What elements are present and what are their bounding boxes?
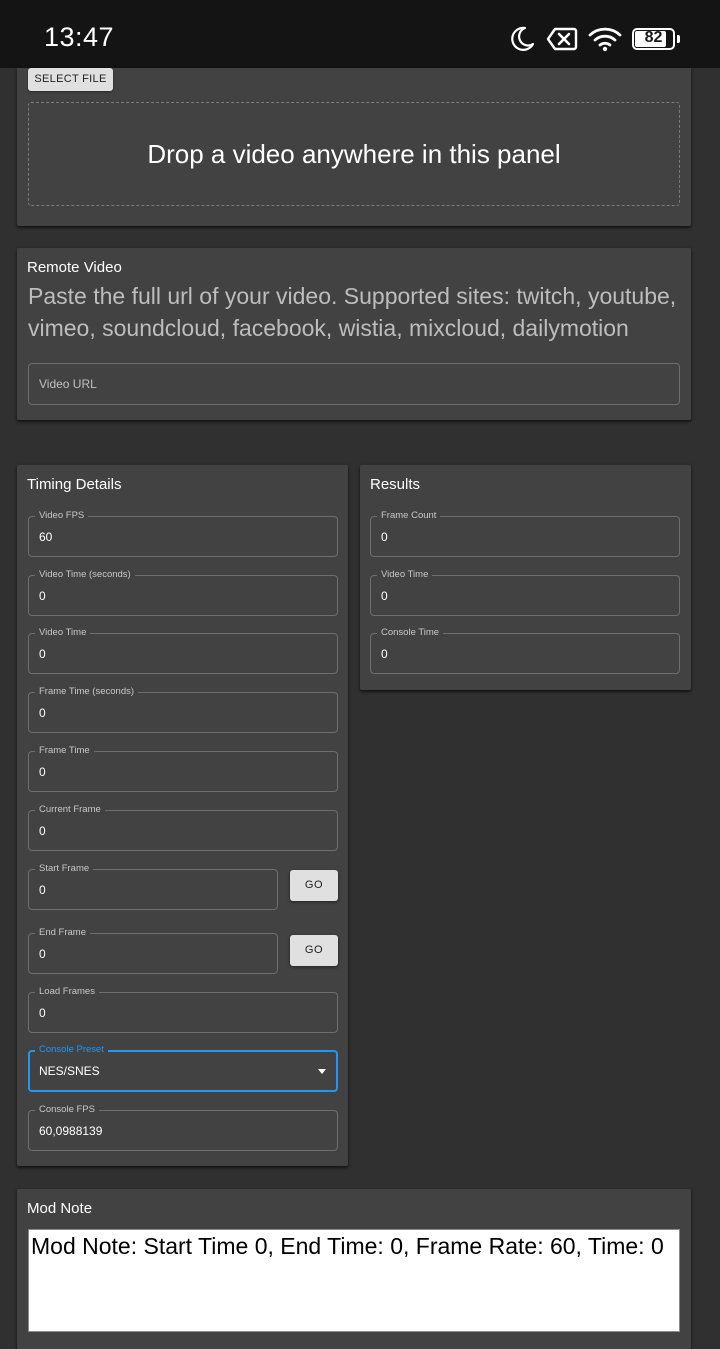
- remote-video-title: Remote Video: [27, 259, 122, 276]
- select-file-button[interactable]: SELECT FILE: [28, 68, 113, 91]
- start-frame-value: 0: [39, 883, 46, 897]
- end-frame-go-button[interactable]: GO: [290, 935, 338, 966]
- frame-time-value: 0: [39, 765, 46, 779]
- video-url-placeholder: Video URL: [39, 377, 97, 391]
- data-off-icon: [546, 26, 578, 52]
- end-frame-value: 0: [39, 947, 46, 961]
- mod-note-title: Mod Note: [27, 1200, 93, 1217]
- status-bar: 13:47 82: [0, 0, 720, 68]
- console-preset-value: NES/SNES: [39, 1064, 100, 1078]
- results-video-time-field[interactable]: Video Time 0: [370, 569, 680, 616]
- video-time-seconds-label: Video Time (seconds): [35, 569, 135, 581]
- results-video-time-label: Video Time: [377, 569, 433, 581]
- frame-time-seconds-label: Frame Time (seconds): [35, 686, 139, 698]
- video-time-label: Video Time: [35, 627, 91, 639]
- wifi-icon: [588, 26, 622, 52]
- moon-icon: [508, 25, 536, 53]
- battery-icon: 82: [632, 28, 680, 50]
- console-preset-select[interactable]: Console Preset NES/SNES: [28, 1044, 338, 1092]
- frame-time-seconds-value: 0: [39, 706, 46, 720]
- video-time-field[interactable]: Video Time 0: [28, 627, 338, 674]
- load-frames-field[interactable]: Load Frames 0: [28, 986, 338, 1033]
- current-frame-label: Current Frame: [35, 804, 105, 816]
- mod-note-textarea[interactable]: Mod Note: Start Time 0, End Time: 0, Fra…: [28, 1229, 680, 1332]
- start-frame-field[interactable]: Start Frame 0: [28, 863, 278, 910]
- video-fps-value: 60: [39, 530, 53, 544]
- frame-count-value: 0: [381, 530, 388, 544]
- video-fps-field[interactable]: Video FPS 60: [28, 510, 338, 557]
- load-frames-value: 0: [39, 1006, 46, 1020]
- status-icons: 82: [508, 22, 680, 56]
- current-frame-value: 0: [39, 824, 46, 838]
- console-time-label: Console Time: [377, 627, 444, 639]
- dropzone-text: Drop a video anywhere in this panel: [147, 138, 561, 169]
- start-frame-go-button[interactable]: GO: [290, 870, 338, 901]
- clock: 13:47: [44, 22, 115, 52]
- dropdown-arrow-icon: [318, 1069, 326, 1074]
- results-video-time-value: 0: [381, 589, 388, 603]
- results-title: Results: [370, 476, 421, 493]
- console-fps-label: Console FPS: [35, 1104, 99, 1116]
- load-frames-label: Load Frames: [35, 986, 99, 998]
- video-time-seconds-value: 0: [39, 589, 46, 603]
- battery-level: 82: [644, 29, 663, 46]
- video-time-seconds-field[interactable]: Video Time (seconds) 0: [28, 569, 338, 616]
- end-frame-label: End Frame: [35, 927, 90, 939]
- video-fps-label: Video FPS: [35, 510, 89, 522]
- console-time-value: 0: [381, 647, 388, 661]
- video-dropzone[interactable]: Drop a video anywhere in this panel: [28, 102, 680, 206]
- video-url-field[interactable]: Video URL: [28, 363, 680, 405]
- start-frame-label: Start Frame: [35, 863, 94, 875]
- frame-time-label: Frame Time: [35, 745, 94, 757]
- console-time-field[interactable]: Console Time 0: [370, 627, 680, 674]
- frame-time-seconds-field[interactable]: Frame Time (seconds) 0: [28, 686, 338, 733]
- video-time-value: 0: [39, 647, 46, 661]
- remote-video-helper: Paste the full url of your video. Suppor…: [28, 283, 677, 341]
- console-fps-value: 60,0988139: [39, 1124, 103, 1138]
- frame-time-field[interactable]: Frame Time 0: [28, 745, 338, 792]
- frame-count-label: Frame Count: [377, 510, 441, 522]
- current-frame-field[interactable]: Current Frame 0: [28, 804, 338, 851]
- console-preset-label: Console Preset: [35, 1044, 108, 1056]
- end-frame-field[interactable]: End Frame 0: [28, 927, 278, 974]
- console-fps-field[interactable]: Console FPS 60,0988139: [28, 1104, 338, 1151]
- timing-details-title: Timing Details: [27, 476, 122, 493]
- frame-count-field[interactable]: Frame Count 0: [370, 510, 680, 557]
